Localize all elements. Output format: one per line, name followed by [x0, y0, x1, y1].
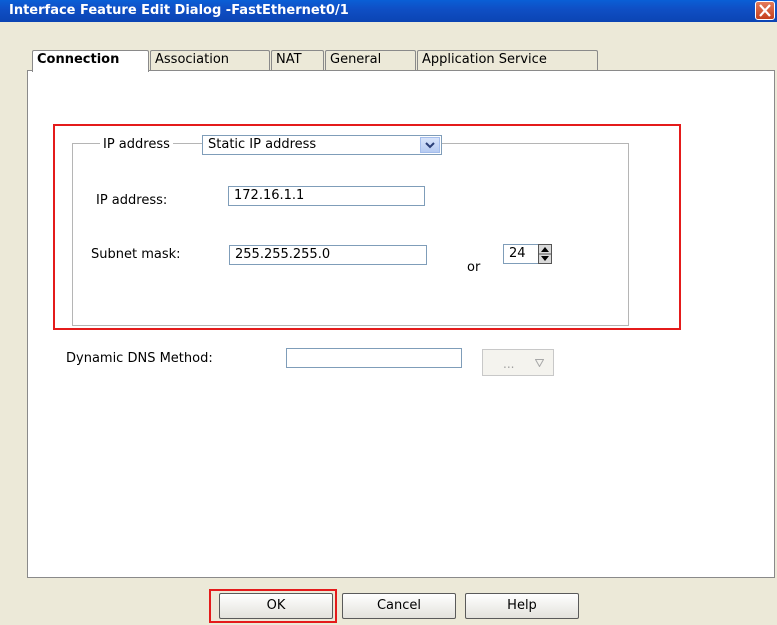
highlight-ok-button [209, 589, 337, 623]
tab-label: Association [155, 52, 230, 67]
help-button[interactable]: Help [465, 593, 579, 619]
tab-label: NAT [276, 52, 302, 67]
window-title: Interface Feature Edit Dialog -FastEther… [9, 3, 349, 18]
dynamic-dns-field[interactable] [286, 348, 462, 368]
tab-application-service[interactable]: Application Service [417, 50, 598, 70]
tab-connection[interactable]: Connection [32, 50, 149, 72]
dropdown-arrow[interactable] [420, 137, 440, 153]
spinner-arrows-icon [538, 244, 552, 264]
subnet-mask-value: 255.255.255.0 [235, 247, 331, 262]
subnet-mask-field[interactable]: 255.255.255.0 [229, 245, 427, 265]
close-icon [759, 4, 771, 17]
ip-address-value: 172.16.1.1 [234, 188, 305, 203]
help-button-label: Help [507, 598, 537, 613]
tab-nat[interactable]: NAT [271, 50, 324, 70]
tab-label: Connection [37, 52, 120, 67]
dynamic-dns-label: Dynamic DNS Method: [66, 351, 213, 366]
dynamic-dns-browse-button[interactable]: ... [482, 349, 554, 376]
subnet-mask-label: Subnet mask: [91, 247, 181, 262]
browse-button-label: ... [503, 357, 515, 371]
ip-address-field[interactable]: 172.16.1.1 [228, 186, 425, 206]
tab-general[interactable]: General [325, 50, 416, 70]
ip-mode-selected-value: Static IP address [208, 137, 317, 152]
prefix-length-field[interactable]: 24 [503, 244, 539, 264]
cancel-button-label: Cancel [376, 598, 422, 613]
tab-label: Application Service [422, 52, 547, 67]
tab-association[interactable]: Association [150, 50, 270, 70]
dialog-window: Interface Feature Edit Dialog -FastEther… [0, 0, 777, 625]
ip-mode-label: IP address [100, 137, 173, 152]
chevron-down-icon [425, 142, 435, 149]
close-button[interactable] [755, 1, 775, 20]
ip-address-label: IP address: [96, 193, 168, 208]
prefix-length-value: 24 [509, 246, 526, 261]
cancel-button[interactable]: Cancel [342, 593, 456, 619]
tab-label: General [330, 52, 382, 67]
title-bar: Interface Feature Edit Dialog -FastEther… [0, 0, 777, 22]
or-label: or [467, 260, 481, 275]
ip-mode-select[interactable]: Static IP address [202, 135, 442, 155]
triangle-down-icon [535, 359, 544, 367]
prefix-length-spinner[interactable] [538, 244, 552, 264]
